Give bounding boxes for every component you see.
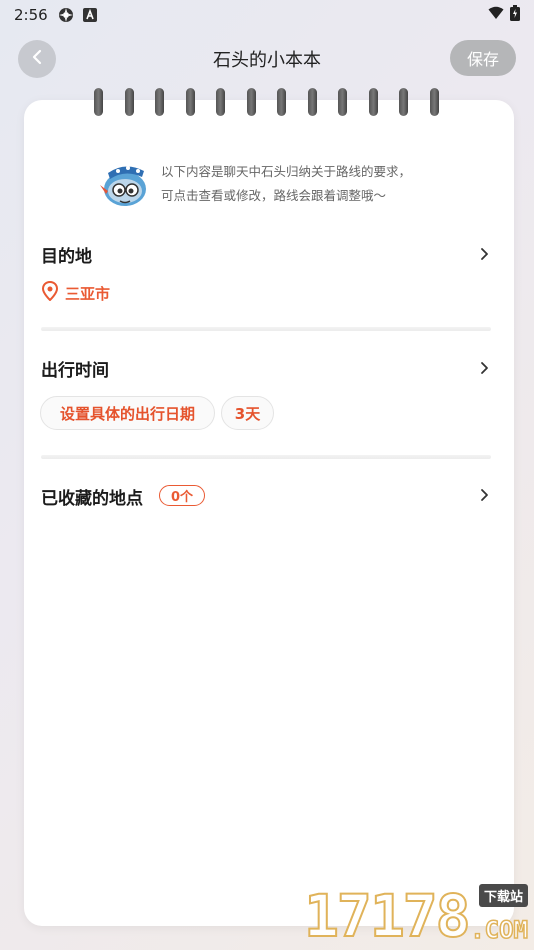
- saved-places-count-badge: 0个: [159, 485, 205, 506]
- header: 石头的小本本 保存: [0, 38, 534, 80]
- destination-title[interactable]: 目的地: [41, 242, 92, 267]
- divider: [41, 455, 491, 459]
- status-time: 2:56: [14, 6, 48, 24]
- battery-icon: [510, 5, 520, 25]
- save-button[interactable]: 保存: [450, 40, 516, 76]
- saved-places-title[interactable]: 已收藏的地点: [41, 484, 143, 509]
- binder-ring: [155, 88, 164, 116]
- status-right: [488, 5, 520, 25]
- watermark: 17178 下载站 .COM: [303, 880, 534, 950]
- binder-ring: [399, 88, 408, 116]
- travel-time-title[interactable]: 出行时间: [41, 356, 109, 381]
- intro-text: 以下内容是聊天中石头归纳关于路线的要求， 可点击查看或修改，路线会跟着调整哦～: [161, 160, 411, 208]
- binder-ring: [368, 88, 378, 116]
- back-button[interactable]: [18, 40, 56, 78]
- location-pin-icon: [41, 280, 65, 305]
- intro-line-1: 以下内容是聊天中石头归纳关于路线的要求，: [161, 164, 412, 179]
- watermark-digits: 17178: [303, 881, 472, 950]
- wifi-icon: [488, 6, 504, 24]
- travel-time-chevron-right-icon[interactable]: [478, 360, 490, 376]
- binder-ring: [307, 88, 317, 116]
- divider: [41, 327, 491, 331]
- intro-line-2: 可点击查看或修改，路线会跟着调整哦～: [161, 188, 387, 203]
- intro-block: 以下内容是聊天中石头归纳关于路线的要求， 可点击查看或修改，路线会跟着调整哦～: [98, 156, 478, 212]
- binder-ring: [277, 88, 286, 116]
- chevron-left-icon: [31, 49, 43, 69]
- destination-chevron-right-icon[interactable]: [478, 246, 490, 262]
- binder-ring: [185, 88, 195, 116]
- binder-ring: [94, 88, 103, 116]
- days-chip[interactable]: 3天: [221, 396, 274, 430]
- notebook-rings: [94, 88, 444, 118]
- destination-city: 三亚市: [65, 284, 111, 303]
- binder-ring: [429, 88, 439, 116]
- page-title: 石头的小本本: [213, 50, 321, 71]
- a-app-icon: [82, 7, 98, 23]
- mascot-icon: [98, 159, 152, 209]
- destination-value[interactable]: 三亚市: [41, 280, 111, 305]
- status-bar: 2:56: [0, 0, 534, 30]
- notebook-card: 以下内容是聊天中石头归纳关于路线的要求， 可点击查看或修改，路线会跟着调整哦～ …: [24, 88, 514, 926]
- binder-ring: [246, 88, 256, 116]
- binder-ring: [124, 88, 134, 116]
- set-date-chip[interactable]: 设置具体的出行日期: [40, 396, 215, 430]
- binder-ring: [216, 88, 225, 116]
- saved-places-chevron-right-icon[interactable]: [478, 487, 490, 503]
- watermark-com: .COM: [469, 915, 528, 945]
- binder-ring: [338, 88, 347, 116]
- watermark-tag: 下载站: [478, 884, 528, 907]
- gear-app-icon: [58, 7, 74, 23]
